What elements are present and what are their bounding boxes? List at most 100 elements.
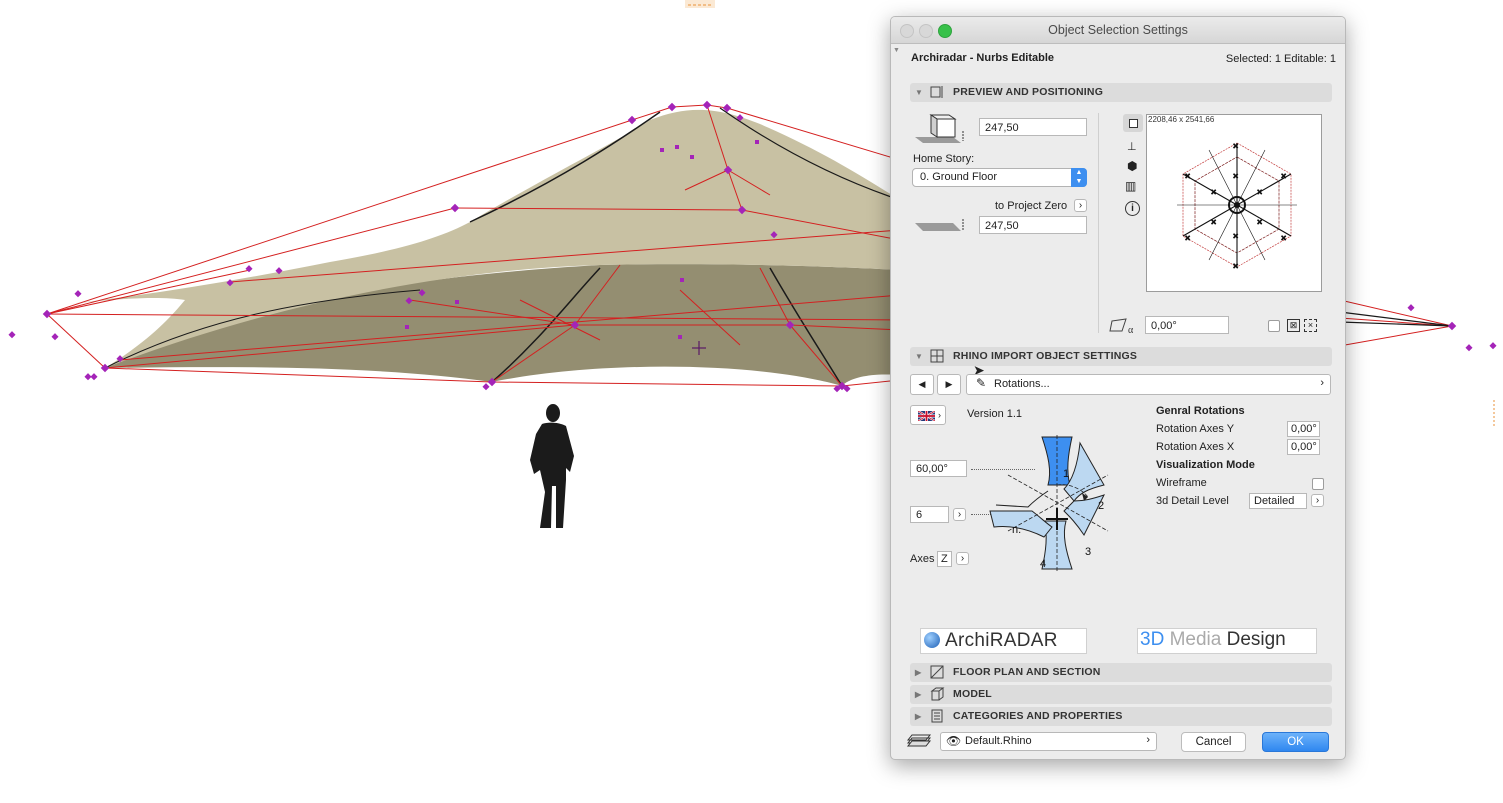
globe-icon <box>924 632 940 648</box>
collapsed-triangle-icon: ▶ <box>915 712 922 721</box>
floor-plan-icon <box>930 665 944 679</box>
rotation-x-label: Rotation Axes X <box>1156 441 1235 453</box>
copy-count-input[interactable]: 6 <box>910 506 949 523</box>
diagram-label-2: 2 <box>1098 500 1104 512</box>
svg-text:×: × <box>1257 187 1262 197</box>
diagram-label-4: 4 <box>1040 558 1046 570</box>
general-rotations-title: Genral Rotations <box>1156 405 1245 417</box>
dialog-titlebar: Object Selection Settings <box>891 17 1345 44</box>
diagram-label-n: n. <box>1012 524 1021 536</box>
section-categories-properties[interactable]: ▶ CATEGORIES AND PROPERTIES <box>910 707 1332 726</box>
plan-preview-panel: 2208,46 x 2541,66 × × × × × × × × × × × × <box>1146 114 1322 292</box>
minimize-window-button[interactable] <box>919 24 933 38</box>
dialog-collapse-icon[interactable]: ▼ <box>893 47 900 54</box>
wireframe-label: Wireframe <box>1156 477 1207 489</box>
plan-preview-hexagon-drawing: × × × × × × × × × × × × <box>1177 141 1297 272</box>
rotation-copies-diagram: 1 2 3 4 n. <box>989 435 1109 571</box>
home-story-label: Home Story: <box>913 153 975 165</box>
square-icon <box>1129 119 1138 128</box>
svg-text:×: × <box>1233 171 1238 181</box>
section-model[interactable]: ▶ MODEL <box>910 685 1332 704</box>
section-preview-positioning[interactable]: ▼ PREVIEW AND POSITIONING <box>910 83 1332 102</box>
svg-text:×: × <box>1281 171 1286 181</box>
svg-text:×: × <box>1233 261 1238 271</box>
selection-info: Selected: 1 Editable: 1 <box>1225 53 1336 65</box>
elevation-input[interactable]: 247,50 <box>979 216 1087 234</box>
layers-icon <box>906 734 932 747</box>
version-label: Version 1.1 <box>967 408 1023 420</box>
section-floor-plan[interactable]: ▶ FLOOR PLAN AND SECTION <box>910 663 1332 682</box>
expanded-triangle-icon: ▼ <box>915 352 923 361</box>
reference-level-chevron-icon[interactable]: › <box>1074 199 1087 212</box>
height-input[interactable]: 247,50 <box>979 118 1087 136</box>
human-scale-figure <box>530 404 574 528</box>
plan-view-button[interactable] <box>1123 114 1143 132</box>
svg-text:×: × <box>1233 141 1238 151</box>
rotation-angle-input[interactable]: 0,00° <box>1145 316 1229 334</box>
flag-chevron-icon: › <box>938 410 941 420</box>
list-document-icon <box>931 709 943 723</box>
visualization-mode-title: Visualization Mode <box>1156 459 1255 471</box>
svg-text:×: × <box>1185 171 1190 181</box>
svg-text:×: × <box>1211 217 1216 227</box>
count-chevron-icon[interactable]: › <box>953 508 966 521</box>
svg-text:×: × <box>1211 187 1216 197</box>
mirror-checkbox[interactable] <box>1268 320 1280 332</box>
detail-level-label: 3d Detail Level <box>1156 495 1229 507</box>
rotation-y-input[interactable]: 0,00° <box>1287 421 1320 437</box>
3d-view-icon[interactable]: ⬢ <box>1127 159 1137 173</box>
to-project-zero-label: to Project Zero <box>995 200 1068 212</box>
rotation-x-input[interactable]: 0,00° <box>1287 439 1320 455</box>
preview-positioning-icon <box>930 86 943 98</box>
expanded-triangle-icon: ▼ <box>915 88 923 97</box>
axes-select[interactable]: Z <box>937 551 952 567</box>
rhino-settings-icon <box>930 349 944 363</box>
select-stepper-icon: ▲ ▼ <box>1071 168 1087 187</box>
rotation-angle-icon: α <box>1109 318 1134 335</box>
uk-flag-icon <box>918 411 935 421</box>
model-cube-icon <box>930 687 945 701</box>
diagram-label-1: 1 <box>1063 468 1069 480</box>
zoom-window-button[interactable] <box>938 24 952 38</box>
viewport-top-marker <box>685 0 715 8</box>
pen-icon: ✎ <box>976 376 987 390</box>
object-selection-settings-dialog: Object Selection Settings ▼ Archiradar -… <box>890 16 1346 760</box>
axes-chevron-icon[interactable]: › <box>956 552 969 565</box>
rotation-y-label: Rotation Axes Y <box>1156 423 1235 435</box>
dialog-title: Object Selection Settings <box>1048 23 1188 37</box>
collapsed-triangle-icon: ▶ <box>915 668 922 677</box>
cancel-button[interactable]: Cancel <box>1181 732 1246 752</box>
mirror-x-icon[interactable]: ⊠ <box>1287 319 1300 332</box>
svg-text:×: × <box>1281 233 1286 243</box>
diagram-label-3: 3 <box>1085 546 1091 558</box>
3d-media-design-logo: 3D Media Design <box>1137 628 1317 654</box>
eye-icon: 👁 <box>946 734 962 748</box>
settings-page-dropdown[interactable]: ✎ Rotations... › <box>966 374 1331 395</box>
detail-level-select[interactable]: Detailed <box>1249 493 1307 509</box>
ok-button[interactable]: OK <box>1262 732 1329 752</box>
close-window-button[interactable] <box>900 24 914 38</box>
next-page-button[interactable]: ▶ <box>937 374 961 395</box>
vertical-divider <box>1098 113 1099 333</box>
svg-text:×: × <box>1233 231 1238 241</box>
layer-select[interactable]: 👁 Default.Rhino › <box>940 732 1157 751</box>
detail-level-chevron-icon[interactable]: › <box>1311 494 1324 507</box>
chevron-right-icon: › <box>1146 734 1150 746</box>
axes-label: Axes <box>910 553 935 565</box>
info-icon[interactable]: i <box>1125 201 1140 216</box>
rotation-step-angle-input[interactable]: 60,00° <box>910 460 967 477</box>
previous-page-button[interactable]: ◀ <box>910 374 934 395</box>
film-strip-icon[interactable]: ▥ <box>1125 179 1136 193</box>
chevron-right-icon: › <box>1320 377 1324 389</box>
preview-dimensions: 2208,46 x 2541,66 <box>1148 115 1215 124</box>
wireframe-checkbox[interactable] <box>1312 478 1324 490</box>
mirror-xy-icon[interactable]: × <box>1304 319 1317 332</box>
home-story-select[interactable]: 0. Ground Floor ▲ ▼ <box>912 168 1087 187</box>
language-flag-button[interactable]: › <box>910 405 946 425</box>
object-name: Archiradar - Nurbs Editable <box>911 52 1055 64</box>
object-height-icon <box>915 114 964 143</box>
svg-text:×: × <box>1257 217 1262 227</box>
svg-text:×: × <box>1185 233 1190 243</box>
archiradar-logo: ArchiRADAR <box>920 628 1087 654</box>
section-view-icon[interactable]: ⊥ <box>1127 140 1137 153</box>
